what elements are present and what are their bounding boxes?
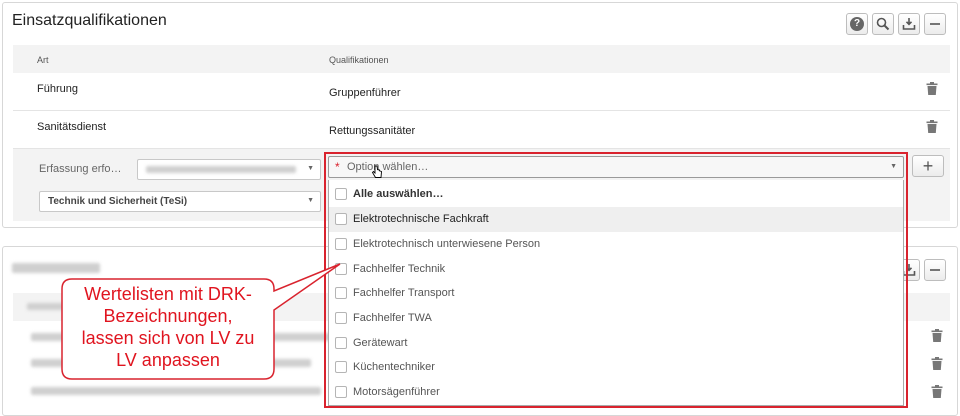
callout-text: Wertelisten mit DRK- Bezeichnungen, lass…: [62, 283, 274, 371]
callout-line: LV anpassen: [116, 350, 220, 370]
callout-line: Bezeichnungen,: [103, 306, 233, 326]
callout-line: lassen sich von LV zu: [81, 328, 255, 348]
callout-line: Wertelisten mit DRK-: [84, 284, 252, 304]
